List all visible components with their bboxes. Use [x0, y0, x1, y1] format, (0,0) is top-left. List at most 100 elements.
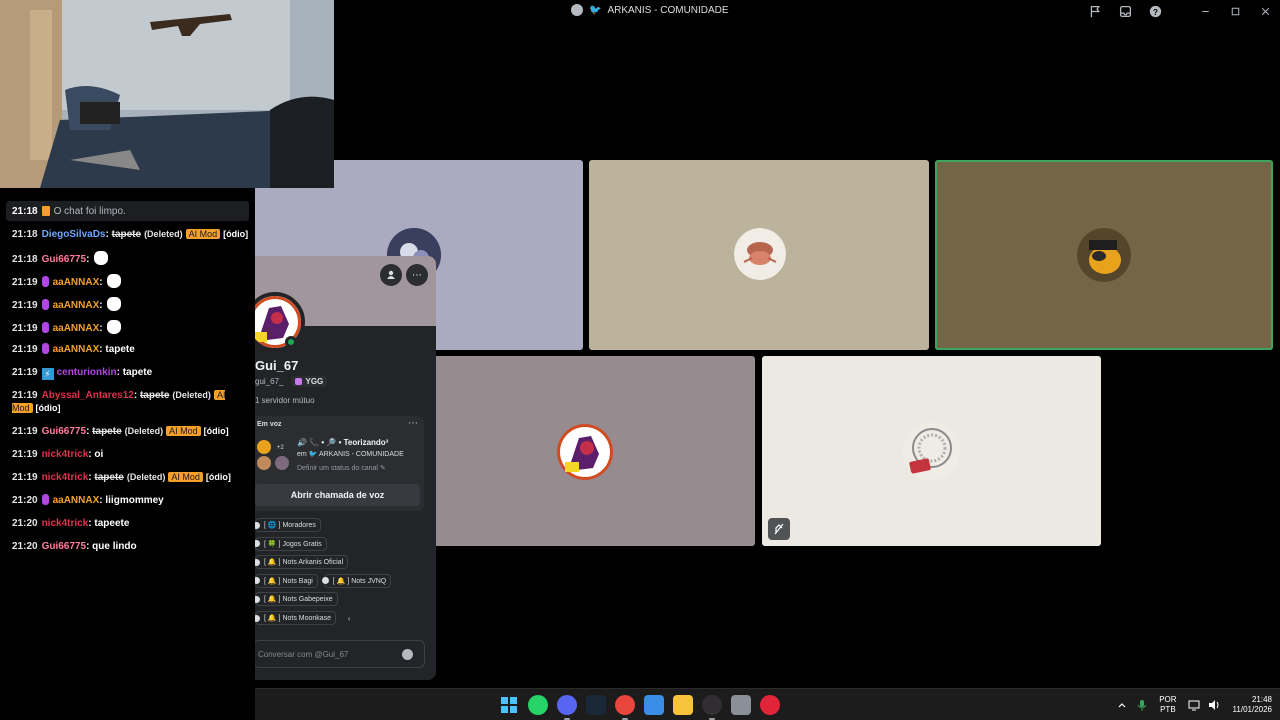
voice-card-more-icon[interactable]: ⋯ [408, 418, 418, 429]
settings-icon[interactable] [731, 695, 751, 715]
muted-camera-icon [768, 518, 790, 540]
obs-icon[interactable] [702, 695, 722, 720]
voice-member-avatar [257, 456, 271, 470]
role-color-dot [255, 558, 260, 566]
guild-tag[interactable]: YGG [291, 376, 328, 387]
chat-username[interactable]: aaANNAX [53, 495, 100, 506]
inbox-icon[interactable] [1110, 0, 1140, 22]
role-pill[interactable]: [ 🔔 ] Nots Arkanis Oficial [255, 555, 349, 570]
flag-icon[interactable] [1080, 0, 1110, 22]
deleted-label: (Deleted) [144, 229, 183, 239]
svg-text:?: ? [1153, 7, 1158, 16]
emoji-picker-icon[interactable] [402, 649, 413, 660]
role-color-dot [255, 540, 260, 548]
role-label: [ 🔔 ] Nots JVNQ [332, 577, 387, 585]
microphone-badge-icon [41, 322, 49, 333]
role-row: [ 🔔 ] Nots Arkanis Oficial [255, 555, 349, 570]
role-pill[interactable]: [ 🔔 ] Nots JVNQ [321, 573, 392, 588]
clock-time: 21:48 [1251, 695, 1272, 704]
file-explorer-icon[interactable] [673, 695, 693, 715]
chat-username[interactable]: aaANNAX [53, 300, 100, 311]
close-button[interactable] [1250, 0, 1280, 22]
discord-icon [571, 4, 583, 16]
participant-avatar [902, 422, 960, 480]
role-color-dot [255, 521, 260, 529]
photos-icon[interactable] [644, 695, 664, 715]
collapse-roles-icon[interactable]: ‹ [342, 611, 356, 625]
role-label: [ 🔔 ] Nots Moonkase [264, 615, 332, 622]
role-pill[interactable]: [ 🔔 ] Nots Bagi [255, 573, 318, 588]
chat-username[interactable]: Gui66775 [42, 254, 86, 265]
network-icon[interactable] [1187, 698, 1201, 712]
help-icon[interactable]: ? [1140, 0, 1170, 22]
whatsapp-icon[interactable] [528, 695, 548, 715]
input-language[interactable]: POR PTB [1159, 695, 1176, 715]
media-player-icon[interactable] [760, 695, 780, 715]
microphone-badge-icon [41, 494, 49, 505]
video-tile-2[interactable] [589, 160, 929, 350]
voice-member-avatar [275, 456, 289, 470]
lang-top: POR [1159, 695, 1177, 704]
guild-tag-icon [295, 378, 303, 385]
moderation-reason: [ódio] [205, 472, 231, 482]
role-pill[interactable]: [ 🔔 ] Nots Moonkase [255, 611, 337, 625]
chat-message: 21:19 Abyssal_Antares12: tapete (Deleted) A… [12, 389, 242, 415]
chat-username[interactable]: aaANNAX [53, 344, 100, 355]
microphone-icon[interactable] [1135, 698, 1149, 712]
chat-username[interactable]: nick4trick [42, 518, 89, 529]
chat-username[interactable]: centurionkin [57, 367, 117, 378]
role-label: [ 🍀 ] Jogos Gratis [264, 540, 322, 548]
windows-start-icon[interactable] [499, 695, 519, 715]
voice-server-name: ARKANIS - COMUNIDADE [318, 451, 404, 458]
chat-username[interactable]: aaANNAX [53, 323, 100, 334]
role-pill[interactable]: [ 🍀 ] Jogos Gratis [255, 536, 327, 551]
chat-username[interactable]: Gui66775 [42, 426, 86, 437]
voice-status-hint[interactable]: Definir um status do canal ✎ [297, 464, 386, 472]
chat-username[interactable]: DiegoSilvaDs [42, 229, 106, 240]
chat-message: 21:19 aaANNAX: [12, 274, 122, 289]
chat-username[interactable]: Abyssal_Antares12 [42, 390, 134, 401]
video-tile-3-speaking[interactable] [935, 160, 1273, 350]
chat-message: 21:19 ⚡ centurionkin: tapete [12, 366, 152, 380]
deleted-label: (Deleted) [172, 390, 211, 400]
steam-icon[interactable] [586, 695, 606, 715]
chat-username[interactable]: aaANNAX [53, 277, 100, 288]
minimize-button[interactable] [1190, 0, 1220, 22]
role-row: [ 🔔 ] Nots Gabepeixe [255, 592, 338, 607]
chat-text: tapete [94, 472, 124, 483]
chevron-up-icon[interactable] [1115, 698, 1129, 712]
join-voice-button[interactable]: Abrir chamada de voz [255, 484, 420, 506]
video-tile-5[interactable] [762, 356, 1101, 546]
chat-separator: : [86, 254, 93, 265]
chat-time: 21:19 [12, 449, 38, 460]
clock[interactable]: 21:48 11/01/2026 [1233, 695, 1272, 715]
role-row: [ 🌐 ] Moradores [255, 518, 321, 532]
role-pill[interactable]: [ 🔔 ] Nots Gabepeixe [255, 592, 338, 607]
more-options-icon[interactable]: ⋯ [406, 264, 428, 286]
profile-display-name: Gui_67 [255, 358, 299, 373]
chrome-icon[interactable] [615, 695, 635, 720]
chat-message: 21:18 DiegoSilvaDs: tapete (Deleted) AI Mod… [12, 228, 248, 241]
chat-username[interactable]: nick4trick [42, 472, 89, 483]
profile-handle-row: gui_67_ YGG [255, 376, 328, 387]
chat-message: 21:19 Gui66775: tapete (Deleted) AI Mod [ódi… [12, 425, 229, 438]
discord-icon[interactable] [557, 695, 577, 720]
chat-separator: : [99, 277, 106, 288]
role-row: [ 🍀 ] Jogos Gratis [255, 536, 327, 551]
chat-message: 21:20 Gui66775: que lindo [12, 540, 137, 553]
role-label: [ 🔔 ] Nots Gabepeixe [264, 596, 333, 604]
volume-icon[interactable] [1207, 698, 1221, 712]
direct-message-input[interactable]: Conversar com @Gui_67 [255, 640, 425, 668]
lang-bottom: PTB [1160, 705, 1176, 714]
goose-emote-icon [107, 297, 122, 311]
chat-username[interactable]: nick4trick [42, 449, 89, 460]
role-pill[interactable]: [ 🌐 ] Moradores [255, 518, 321, 532]
chat-time: 21:19 [12, 426, 38, 437]
chat-username[interactable]: Gui66775 [42, 541, 86, 552]
ai-mod-badge: AI Mod [185, 229, 221, 239]
chat-message: 21:19 nick4trick: tapete (Deleted) AI Mod [ó… [12, 471, 231, 484]
mutual-servers[interactable]: 1 servidor mútuo [255, 396, 315, 405]
voice-channel-title: 🔊 📞 • 🔎 • Teorizando³ [297, 438, 389, 447]
maximize-button[interactable] [1220, 0, 1250, 22]
add-friend-icon[interactable] [380, 264, 402, 286]
